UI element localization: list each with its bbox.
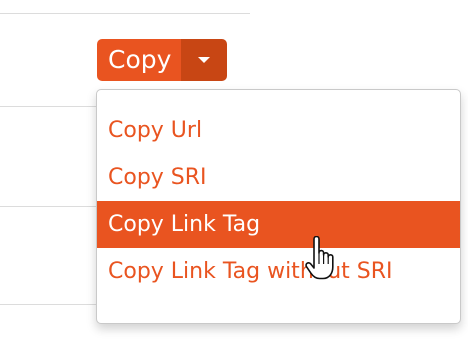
menu-item-copy-sri[interactable]: Copy SRI [97, 154, 460, 201]
menu-item-copy-link-tag[interactable]: Copy Link Tag [97, 201, 460, 248]
copy-button[interactable]: Copy [97, 39, 182, 81]
hand-pointer-icon [305, 236, 334, 280]
page: Copy Copy Url Copy SRI Copy Link Tag Cop… [0, 0, 468, 339]
row-divider [0, 304, 100, 305]
row-divider [0, 13, 250, 14]
copy-dropdown-menu: Copy Url Copy SRI Copy Link Tag Copy Lin… [96, 89, 461, 324]
menu-item-copy-url[interactable]: Copy Url [97, 107, 460, 154]
dropdown-toggle-button[interactable] [181, 39, 228, 81]
caret-down-icon [198, 57, 211, 63]
menu-item-copy-link-tag-without-sri[interactable]: Copy Link Tag without SRI [97, 248, 460, 295]
copy-split-button: Copy [97, 39, 228, 81]
